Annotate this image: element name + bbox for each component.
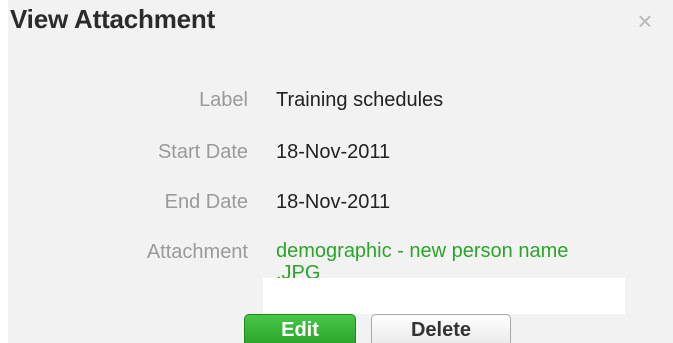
- end-date-value: 18-Nov-2011: [276, 191, 391, 213]
- close-icon[interactable]: ×: [628, 6, 662, 36]
- delete-button[interactable]: Delete: [371, 314, 511, 343]
- dialog-title: View Attachment: [10, 4, 216, 34]
- attachment-link[interactable]: demographic - new person name .JPG: [276, 240, 606, 280]
- label-field-label: Label: [199, 89, 248, 111]
- attachment-label: Attachment: [146, 241, 248, 263]
- start-date-value: 18-Nov-2011: [276, 141, 391, 163]
- overlay-strip: [263, 278, 625, 314]
- start-date-label: Start Date: [157, 141, 248, 163]
- label-field-value: Training schedules: [276, 89, 444, 111]
- end-date-label: End Date: [164, 191, 248, 213]
- edit-button[interactable]: Edit: [244, 314, 356, 343]
- view-attachment-dialog: View Attachment × Label Training schedul…: [8, 0, 673, 343]
